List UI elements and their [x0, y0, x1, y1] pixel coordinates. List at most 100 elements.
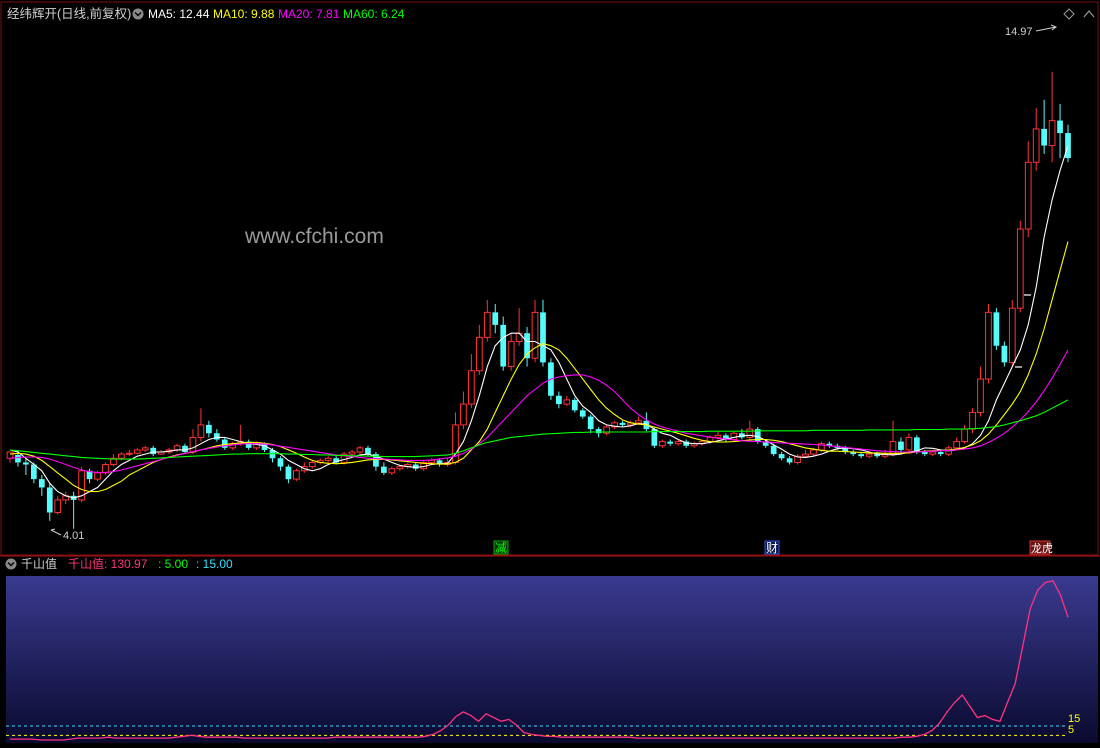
- candle-body: [1065, 133, 1071, 159]
- watermark: www.cfchi.com: [244, 225, 384, 248]
- candle-body: [985, 311, 992, 380]
- candle: [468, 354, 475, 409]
- candle-body: [460, 403, 467, 426]
- high-price-arrow: [1035, 24, 1058, 32]
- candle-body: [15, 454, 21, 463]
- diamond-icon[interactable]: [1063, 8, 1075, 20]
- candle: [850, 449, 857, 457]
- candle: [563, 395, 571, 407]
- candle: [985, 304, 992, 384]
- candle: [197, 408, 205, 442]
- candle: [1065, 124, 1071, 163]
- candle: [221, 437, 228, 450]
- candle: [1016, 220, 1024, 313]
- candle-body: [133, 449, 141, 454]
- candle: [356, 445, 364, 455]
- candle: [23, 458, 29, 475]
- candle-body: [1032, 128, 1040, 163]
- candle-body: [277, 458, 284, 467]
- candle-body: [595, 429, 602, 434]
- high-price-label: 14.97: [1005, 26, 1033, 38]
- candle: [723, 433, 729, 442]
- ma5-label: MA5: 12.44: [148, 7, 210, 21]
- candle: [786, 456, 793, 465]
- candle: [62, 491, 70, 505]
- event-badge-finance[interactable]: 财: [764, 540, 780, 555]
- candle: [667, 439, 674, 446]
- candle: [110, 454, 117, 467]
- ma10-label: MA10: 9.88: [213, 7, 275, 21]
- candle-body: [197, 424, 205, 438]
- candle: [905, 433, 913, 453]
- event-badge-reduce[interactable]: 减: [493, 540, 509, 555]
- candle-body: [969, 411, 976, 430]
- candle-body: [515, 332, 523, 343]
- candle: [412, 462, 419, 471]
- candle: [690, 441, 698, 448]
- candle-body: [492, 312, 499, 325]
- candle: [778, 452, 785, 461]
- candle: [54, 495, 62, 515]
- candle-body: [293, 470, 300, 480]
- candle-body: [540, 312, 546, 363]
- candle: [102, 462, 109, 475]
- candle-body: [381, 466, 387, 473]
- candle: [229, 441, 237, 450]
- collapse-icon[interactable]: [1083, 10, 1095, 18]
- candle-body: [308, 461, 316, 468]
- candle: [746, 420, 754, 440]
- candle: [556, 391, 562, 409]
- candle-body: [556, 395, 562, 405]
- candle-body: [635, 420, 642, 424]
- candle-body: [937, 452, 944, 455]
- candle: [961, 424, 968, 444]
- candle: [587, 414, 594, 434]
- candle-body: [961, 428, 968, 443]
- candle-body: [102, 464, 109, 474]
- candle-body: [802, 453, 809, 457]
- candle-body: [898, 441, 904, 450]
- candle-body: [778, 454, 785, 459]
- candle-body: [356, 447, 364, 453]
- candle: [531, 299, 539, 363]
- candle-body: [428, 459, 435, 463]
- candle-body: [365, 447, 371, 455]
- candle-body: [1016, 228, 1024, 309]
- candle: [658, 439, 666, 448]
- candle: [953, 437, 960, 450]
- candle: [1024, 141, 1032, 238]
- candle: [277, 456, 284, 471]
- candle: [373, 452, 379, 471]
- candle-body: [150, 447, 157, 455]
- candle: [293, 468, 300, 482]
- candle-body: [786, 458, 793, 463]
- candle-body: [46, 487, 53, 513]
- event-badge-dragon-tiger[interactable]: 龙虎: [1029, 540, 1053, 555]
- candle: [460, 391, 467, 430]
- candle-body: [619, 422, 626, 425]
- candle: [46, 483, 53, 521]
- candle-body: [23, 462, 29, 465]
- candle: [324, 456, 332, 463]
- candle-body: [173, 445, 181, 451]
- candle-body: [507, 341, 515, 368]
- candle-body: [770, 445, 777, 455]
- candle: [889, 420, 897, 457]
- candle-body: [38, 479, 45, 488]
- candle: [500, 316, 507, 371]
- candle: [603, 424, 610, 436]
- ref-line-5-label: 5: [1068, 724, 1074, 736]
- candle: [483, 299, 491, 342]
- indicator-5-label: : 5.00: [158, 557, 188, 571]
- candle-body: [388, 468, 396, 474]
- candle-body: [94, 472, 101, 480]
- indicator-dropdown-icon[interactable]: [5, 558, 17, 570]
- ma-dropdown-icon[interactable]: [132, 8, 144, 20]
- candle-body: [189, 436, 197, 453]
- indicator-value-label: 千山值: 130.97: [68, 556, 148, 571]
- candle: [977, 366, 984, 417]
- candle: [213, 429, 220, 442]
- candle: [1001, 341, 1008, 367]
- indicator-background: [6, 576, 1098, 743]
- svg-text:龙虎: 龙虎: [1031, 542, 1053, 555]
